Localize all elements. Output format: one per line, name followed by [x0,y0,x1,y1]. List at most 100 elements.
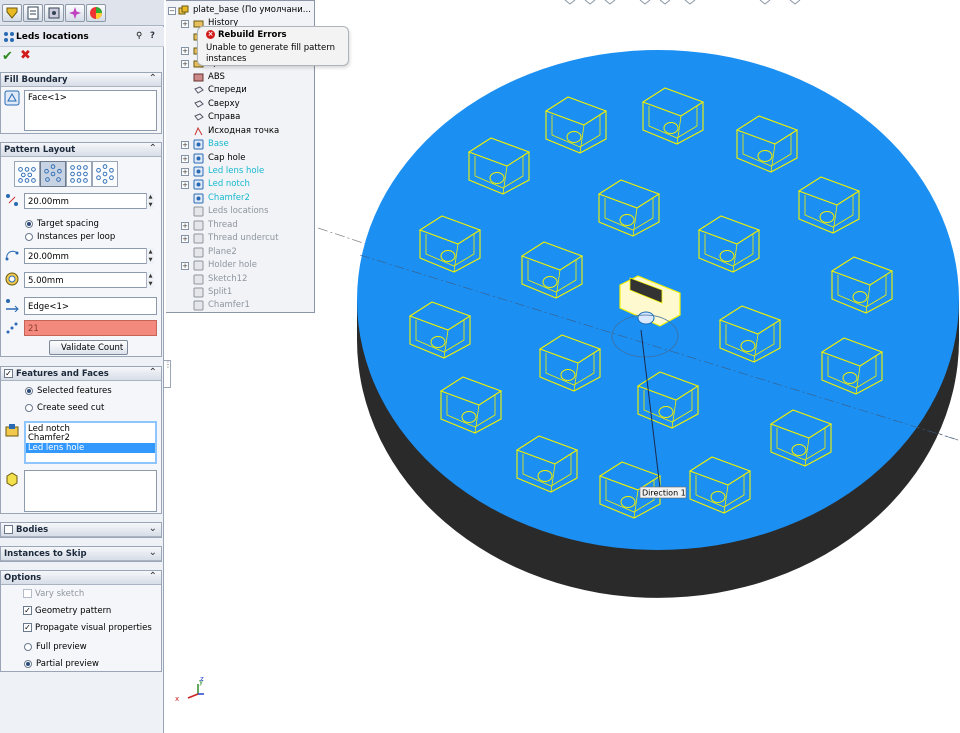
validate-count-label: Validate Count [61,343,124,353]
tree-item-icon [194,113,204,121]
instance-spacing-spinner[interactable]: ▲ ▼ [146,193,154,209]
feature-list-item-selected[interactable]: Led lens hole [26,443,155,453]
polygon-layout-button[interactable] [92,161,118,187]
property-manager-tab[interactable] [23,4,43,22]
margin-input[interactable]: 5.00mm [24,272,147,288]
faces-to-pattern-icon [6,472,18,487]
expand-box[interactable]: + [181,221,189,230]
features-list[interactable]: Led notch Chamfer2 Led lens hole [24,421,157,464]
instances-per-loop-label[interactable]: Instances per loop [37,232,115,242]
display-manager-tab[interactable] [86,4,106,22]
detailed-preview-icon[interactable]: ⚲ [136,31,142,41]
instance-count-icon [6,322,18,334]
tree-item-icon [193,166,204,177]
expand-box[interactable]: + [181,235,189,244]
view-toolbar[interactable] [564,0,801,5]
fill-boundary-header[interactable]: Fill Boundary ⌃ [1,73,161,87]
options-header[interactable]: Options ⌃ [1,571,161,585]
tree-item-label: Thread [208,219,238,230]
tree-item-label: Chamfer1 [208,300,250,311]
feature-list-item[interactable]: Chamfer2 [28,433,70,443]
expand-box[interactable]: + [181,141,189,150]
help-icon[interactable]: ? [150,31,155,41]
tree-item-label: Chamfer2 [208,192,250,203]
partial-preview-radio[interactable] [24,660,32,668]
fill-boundary-item[interactable]: Face<1> [28,93,67,103]
loop-spacing-input[interactable]: 20.00mm [24,248,147,264]
expand-box[interactable]: + [181,167,189,176]
instances-to-skip-header[interactable]: Instances to Skip ⌄ [1,547,161,561]
tree-root-label: plate_base (По умолчани... [193,5,311,15]
panel-splitter-handle[interactable]: ⋮ [163,360,172,388]
vary-sketch-label[interactable]: Vary sketch [35,589,84,599]
tree-item-label: Split1 [208,287,233,297]
full-preview-label[interactable]: Full preview [36,642,87,652]
tree-item-label: Справа [208,112,241,123]
full-preview-radio[interactable] [24,643,32,651]
margin-spinner[interactable]: ▲ ▼ [146,272,154,288]
faces-list[interactable] [24,470,157,512]
collapse-icon[interactable]: ⌃ [149,143,157,154]
tree-item-icon [193,247,204,258]
geometry-pattern-checkbox[interactable]: ✓ [23,606,32,615]
tree-item-icon [194,126,203,135]
view-triad: y x z [175,675,204,703]
perforation-layout-button[interactable] [14,161,40,187]
property-manager-title: Leds locations [16,32,89,42]
face-selection-icon [4,90,20,106]
instances-per-loop-radio[interactable] [25,233,33,241]
features-and-faces-header[interactable]: ✓ Features and Faces ⌃ [1,367,161,381]
feature-tree-icon [6,7,18,19]
selected-features-label[interactable]: Selected features [37,386,112,396]
collapse-box[interactable]: − [168,7,176,15]
fill-boundary-list[interactable]: Face<1> [24,90,157,131]
loop-spacing-spinner[interactable]: ▲ ▼ [146,248,154,264]
triad-z-label: z [200,675,204,683]
tree-item-icon [193,73,204,82]
pattern-direction-input[interactable]: Edge<1> [24,297,157,315]
tree-item-icon [193,300,204,311]
expand-box[interactable]: + [181,181,189,190]
configuration-manager-tab[interactable] [44,4,64,22]
create-seed-cut-radio[interactable] [25,404,33,412]
selected-features-radio[interactable] [25,387,33,395]
geometry-pattern-label[interactable]: Geometry pattern [35,606,111,616]
tree-item-label: ABS [208,71,225,82]
direction-label[interactable]: Direction 1 [642,489,686,498]
create-seed-cut-label[interactable]: Create seed cut [37,403,104,413]
cancel-button[interactable]: ✖ [20,48,31,63]
expand-box[interactable]: + [181,46,189,55]
expand-box[interactable]: + [181,60,189,69]
tree-item-icon [193,220,204,231]
collapse-icon[interactable]: ⌃ [149,571,157,582]
dimxpert-tab[interactable] [65,4,85,22]
part-icon [178,5,189,15]
square-layout-button[interactable] [66,161,92,187]
expand-box[interactable]: + [181,154,189,163]
instance-spacing-value: 20.00mm [28,197,69,207]
propagate-visual-properties-label[interactable]: Propagate visual properties [35,623,152,633]
target-spacing-label[interactable]: Target spacing [37,219,99,229]
vary-sketch-checkbox[interactable] [23,589,32,598]
expand-icon[interactable]: ⌄ [149,547,157,558]
features-to-pattern-icon [5,424,19,437]
collapse-icon[interactable]: ⌃ [149,73,157,84]
propagate-visual-properties-checkbox[interactable]: ✓ [23,623,32,632]
bodies-header[interactable]: Bodies ⌄ [1,523,161,537]
feature-manager-tab[interactable] [2,4,22,22]
partial-preview-label[interactable]: Partial preview [36,659,99,669]
validate-count-button[interactable]: Validate Count [49,340,128,355]
target-spacing-radio[interactable] [25,220,33,228]
features-and-faces-checkbox[interactable]: ✓ [4,369,13,378]
collapse-icon[interactable]: ⌃ [149,367,157,378]
circular-layout-button[interactable] [40,161,66,187]
expand-icon[interactable]: ⌄ [149,523,157,534]
expand-box[interactable]: + [181,262,189,271]
square-layout-icon [70,165,88,183]
pattern-layout-header[interactable]: Pattern Layout ⌃ [1,143,161,157]
instance-spacing-input[interactable]: 20.00mm [24,193,147,209]
tree-item-label: Исходная точка [208,125,280,136]
expand-box[interactable]: + [181,20,189,28]
bodies-checkbox[interactable] [4,525,13,534]
ok-button[interactable]: ✔ [2,49,13,64]
